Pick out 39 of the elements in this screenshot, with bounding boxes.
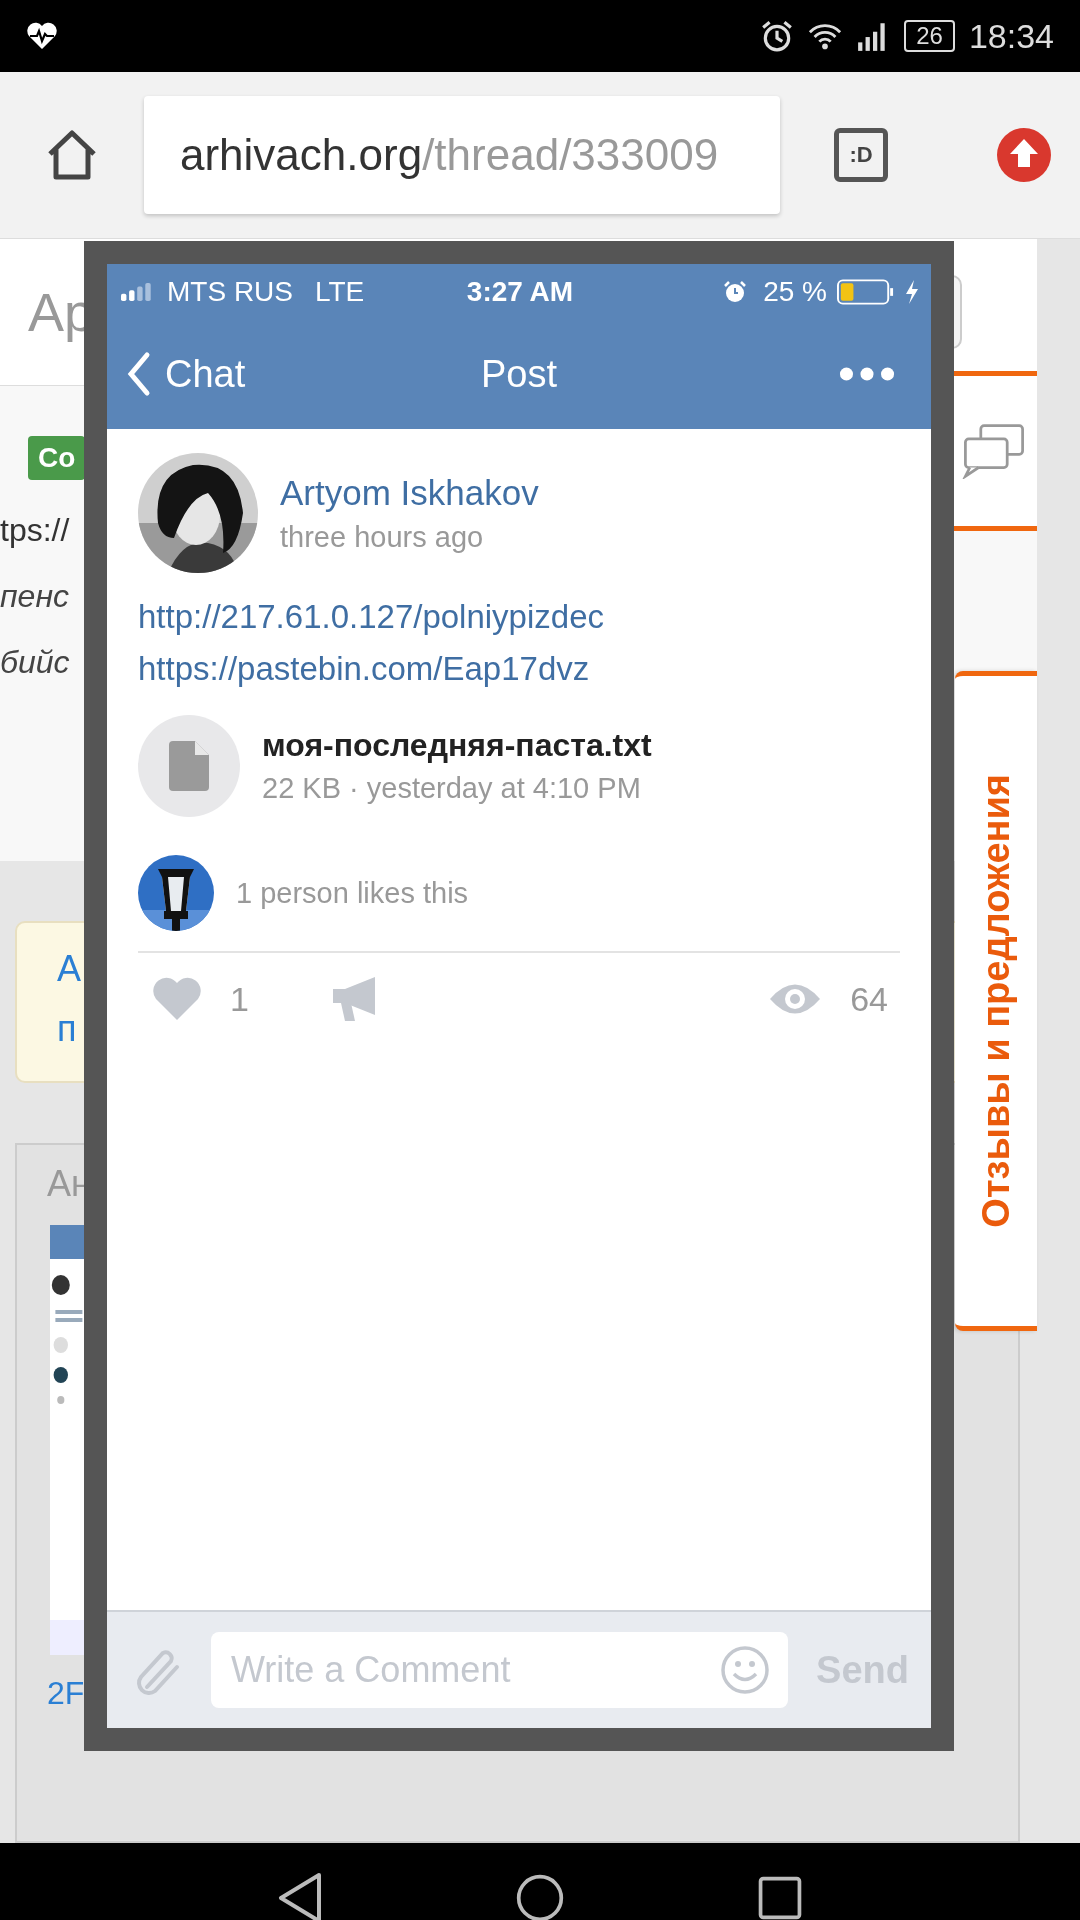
likes-summary[interactable]: 1 person likes this <box>236 876 469 910</box>
clock: 3:27 AM <box>466 275 574 308</box>
charging-icon <box>905 279 919 304</box>
screen-title: Post <box>481 352 557 396</box>
file-name[interactable]: моя-последняя-паста.txt <box>262 727 652 764</box>
post-link[interactable]: https://pastebin.com/Eap17dvz <box>138 643 900 695</box>
chevron-icon <box>127 351 151 397</box>
view-count: 64 <box>850 979 888 1019</box>
document-icon <box>169 741 209 791</box>
clock: 18:34 <box>968 16 1054 56</box>
notice-link[interactable]: А <box>57 949 81 989</box>
file-link[interactable]: 2F <box>47 1675 85 1712</box>
post-time: three hours ago <box>280 520 485 554</box>
battery-level: 26 <box>904 20 955 52</box>
comment-field[interactable]: Write a Comment <box>211 1632 789 1708</box>
battery-icon <box>837 278 895 305</box>
back-button[interactable]: Chat <box>127 351 246 397</box>
post-link[interactable]: http://217.61.0.127/polniypizdec <box>138 591 900 643</box>
heart-monitor-icon <box>26 22 58 50</box>
notice-link[interactable]: п <box>57 1009 77 1049</box>
feedback-tab[interactable]: Отзывы и предложения <box>955 671 1037 1331</box>
post-text: бийс <box>0 643 70 682</box>
more-icon[interactable] <box>839 366 895 382</box>
post-text: tps:// <box>0 511 70 550</box>
author-name[interactable]: Artyom Iskhakov <box>280 472 539 513</box>
post-text: пенс <box>0 577 69 616</box>
carrier-name: MTS RUS <box>167 275 293 308</box>
alarm-icon <box>760 19 795 53</box>
upload-icon[interactable] <box>996 127 1052 183</box>
chat-bubbles-icon <box>960 423 1027 479</box>
tabs-button[interactable]: :D <box>834 128 888 182</box>
file-details: 22 KB · yesterday at 4:10 PM <box>262 772 642 805</box>
address-bar[interactable]: arhivach.org/thread/333009 <box>144 96 780 214</box>
status-tag: Со <box>28 436 86 480</box>
alarm-icon <box>723 279 748 304</box>
like-count: 1 <box>230 979 249 1019</box>
eye-icon <box>768 982 823 1016</box>
battery-percent: 25 % <box>763 275 827 308</box>
network-type: LTE <box>315 275 365 308</box>
